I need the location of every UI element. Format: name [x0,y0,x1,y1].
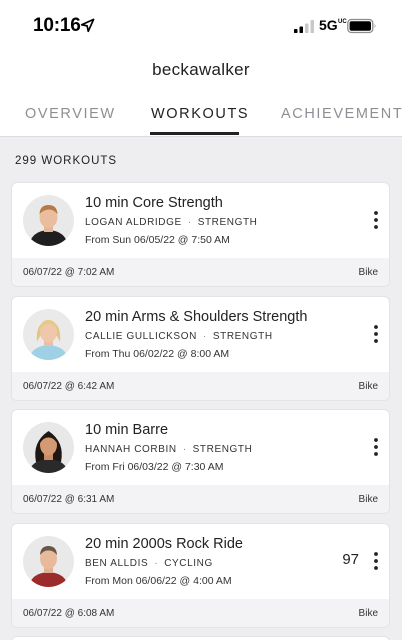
workout-original-date: From Sun 06/05/22 @ 7:50 AM [85,234,230,246]
more-options-icon[interactable] [373,324,379,344]
workout-title: 10 min Core Strength [85,195,223,211]
cellular-signal-icon [294,20,314,33]
network-type: 5G [319,17,338,33]
workout-taken-date: 06/07/22 @ 7:02 AM [23,267,115,278]
status-bar: 10:16 5G UC [0,0,402,52]
workout-category: CYCLING [164,558,213,569]
workout-card[interactable]: 20 min Arms & Shoulders Strength CALLIE … [12,297,389,400]
workout-taken-date: 06/07/22 @ 6:08 AM [23,608,115,619]
instructor-avatar [23,195,74,246]
workout-taken-date: 06/07/22 @ 6:42 AM [23,381,115,392]
workout-title: 20 min 2000s Rock Ride [85,536,243,552]
workout-meta: BEN ALLDIS · CYCLING [85,558,213,569]
tab-overview[interactable]: OVERVIEW [25,106,116,122]
location-arrow-icon [80,18,95,33]
instructor-name: CALLIE GULLICKSON [85,331,197,342]
more-options-icon[interactable] [373,551,379,571]
instructor-avatar [23,536,74,587]
workout-equipment: Bike [358,608,378,619]
instructor-name: LOGAN ALDRIDGE [85,217,182,228]
workout-list[interactable]: 299 WORKOUTS 10 min Core Strength LOGAN … [0,137,402,640]
separator-dot: · [154,558,159,569]
workout-title: 10 min Barre [85,422,169,438]
workout-count: 299 WORKOUTS [15,155,118,167]
workout-meta: HANNAH CORBIN · STRENGTH [85,444,252,455]
network-subtype: UC [338,19,347,25]
workout-taken-date: 06/07/22 @ 6:31 AM [23,494,115,505]
workout-card-footer: 06/07/22 @ 6:31 AM Bike [12,485,389,513]
workout-output: 97 [342,551,359,568]
workout-original-date: From Fri 06/03/22 @ 7:30 AM [85,461,224,473]
workout-card-footer: 06/07/22 @ 7:02 AM Bike [12,258,389,286]
instructor-name: BEN ALLDIS [85,558,149,569]
instructor-name: HANNAH CORBIN [85,444,177,455]
workout-card[interactable]: 10 min Core Strength LOGAN ALDRIDGE · STRE… [12,183,389,286]
workout-card[interactable]: 10 min Barre HANNAH CORBIN · STRENGTH From… [12,410,389,513]
workout-card-footer: 06/07/22 @ 6:08 AM Bike [12,599,389,627]
separator-dot: · [182,444,187,455]
workout-equipment: Bike [358,381,378,392]
workout-title: 20 min Arms & Shoulders Strength [85,309,308,325]
separator-dot: · [202,331,207,342]
status-time: 10:16 [33,15,81,36]
profile-username: beckawalker [152,60,250,79]
active-tab-indicator [150,132,239,135]
workout-meta: CALLIE GULLICKSON · STRENGTH [85,331,273,342]
workout-category: STRENGTH [212,331,273,342]
profile-tabs: OVERVIEW WORKOUTS ACHIEVEMENTS [0,100,402,137]
workout-equipment: Bike [358,267,378,278]
tab-workouts[interactable]: WORKOUTS [151,106,249,122]
more-options-icon[interactable] [373,437,379,457]
battery-icon [347,18,376,34]
instructor-avatar [23,422,74,473]
tab-achievements[interactable]: ACHIEVEMENTS [281,106,402,122]
instructor-avatar [23,309,74,360]
separator-dot: · [187,217,192,228]
workout-category: STRENGTH [197,217,258,228]
workout-meta: LOGAN ALDRIDGE · STRENGTH [85,217,258,228]
more-options-icon[interactable] [373,210,379,230]
workout-original-date: From Mon 06/06/22 @ 4:00 AM [85,575,232,587]
workout-card[interactable]: 20 min 2000s Rock Ride BEN ALLDIS · CYCLIN… [12,524,389,627]
workout-equipment: Bike [358,494,378,505]
workout-card-footer: 06/07/22 @ 6:42 AM Bike [12,372,389,400]
workout-original-date: From Thu 06/02/22 @ 8:00 AM [85,348,230,360]
workout-category: STRENGTH [192,444,253,455]
